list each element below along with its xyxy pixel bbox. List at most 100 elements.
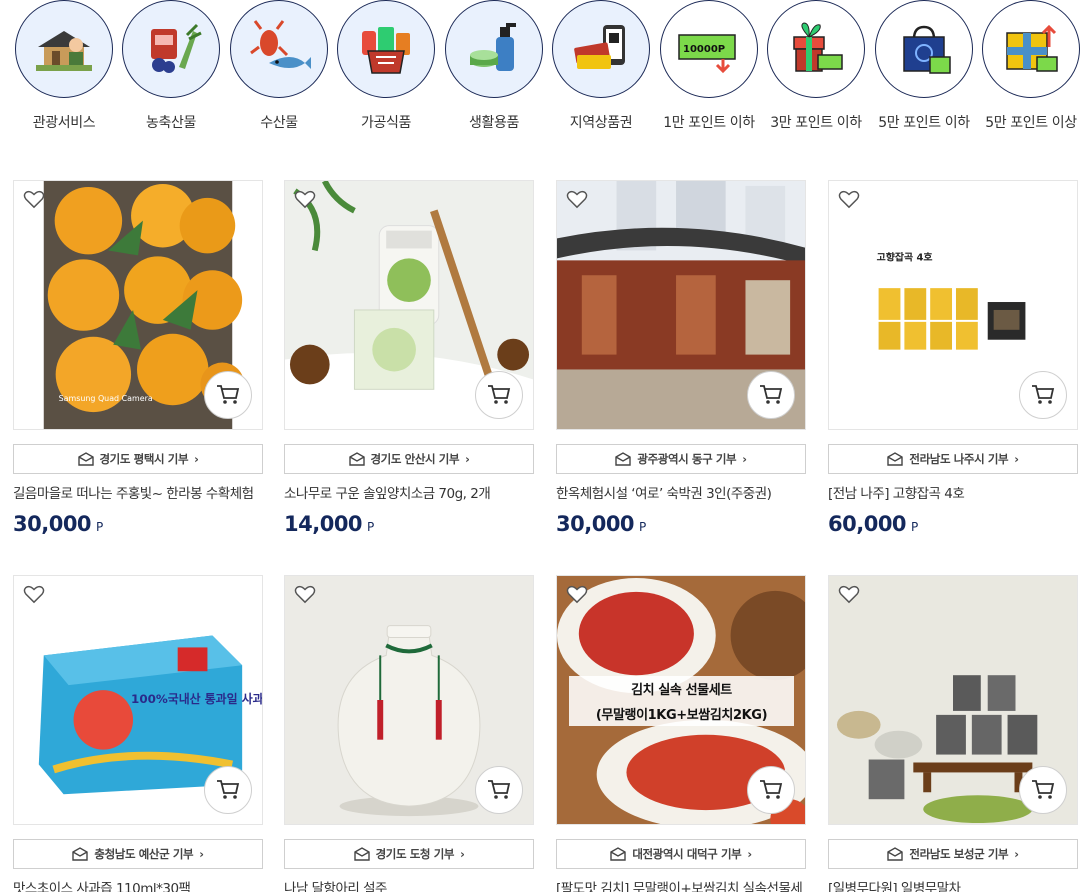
product-price: 60,000 P <box>828 512 1078 536</box>
price-value: 60,000 <box>828 512 907 536</box>
product-card[interactable]: 광주광역시 동구 기부 › 한옥체험시설 ‘여로’ 숙박권 3인(주중권) 30… <box>556 180 806 536</box>
product-image[interactable]: 고향잡곡 4호 <box>828 180 1078 430</box>
product-card[interactable]: 경기도 도청 기부 › 나남 달항아리 설주 <box>284 575 534 892</box>
product-card[interactable]: Samsung Quad Camera 경기도 평택시 기부 › 길음마을로 떠… <box>13 180 263 536</box>
product-image[interactable] <box>556 180 806 430</box>
price-unit: P <box>96 520 104 534</box>
add-to-cart-button[interactable] <box>747 766 795 814</box>
product-image[interactable]: Samsung Quad Camera <box>13 180 263 430</box>
add-to-cart-button[interactable] <box>204 766 252 814</box>
category-household[interactable]: 생활용품 <box>444 0 544 132</box>
donation-box-icon <box>615 452 632 466</box>
price-unit: P <box>639 520 647 534</box>
donation-region-label: 경기도 평택시 기부 <box>99 452 189 466</box>
product-image[interactable] <box>284 180 534 430</box>
donation-region-button[interactable]: 전라남도 보성군 기부 › <box>828 839 1078 869</box>
product-name[interactable]: 한옥체험시설 ‘여로’ 숙박권 3인(주중권) <box>556 484 806 504</box>
category-label: 농축산물 <box>146 115 196 131</box>
premium-gift-icon <box>982 0 1080 98</box>
photo-caption: Samsung Quad Camera <box>59 394 153 403</box>
product-price: 30,000 P <box>556 512 806 536</box>
add-to-cart-button[interactable] <box>475 371 523 419</box>
shopping-bag-icon <box>875 0 973 98</box>
product-card[interactable]: 김치 실속 선물세트 (무말랭이1KG+보쌈김치2KG) 대전광역시 대덕구 기… <box>556 575 806 892</box>
heart-icon[interactable] <box>566 584 588 604</box>
chevron-right-icon: › <box>1014 847 1019 861</box>
heart-icon[interactable] <box>566 189 588 209</box>
donation-box-icon <box>353 847 370 861</box>
category-label: 생활용품 <box>469 115 519 131</box>
donation-box-icon <box>887 452 904 466</box>
donation-region-label: 전라남도 나주시 기부 <box>909 452 1009 466</box>
photo-overlay-title: 김치 실속 선물세트 <box>569 676 794 701</box>
add-to-cart-button[interactable] <box>747 371 795 419</box>
donation-region-button[interactable]: 전라남도 나주시 기부 › <box>828 444 1078 474</box>
heart-icon[interactable] <box>294 584 316 604</box>
donation-region-button[interactable]: 대전광역시 대덕구 기부 › <box>556 839 806 869</box>
donation-region-button[interactable]: 경기도 도청 기부 › <box>284 839 534 869</box>
donation-region-label: 충청남도 예산군 기부 <box>94 847 194 861</box>
product-name[interactable]: [팔도맛 김치] 무말랭이+보쌈김치 실속선물세 <box>556 879 806 892</box>
household-icon <box>445 0 543 98</box>
donation-region-button[interactable]: 광주광역시 동구 기부 › <box>556 444 806 474</box>
product-image[interactable]: 김치 실속 선물세트 (무말랭이1KG+보쌈김치2KG) <box>556 575 806 825</box>
product-name[interactable]: 소나무로 구운 솔잎양치소금 70g, 2개 <box>284 484 534 504</box>
heart-icon[interactable] <box>838 584 860 604</box>
add-to-cart-button[interactable] <box>204 371 252 419</box>
product-name[interactable]: 나남 달항아리 설주 <box>284 879 534 892</box>
product-card[interactable]: 전라남도 보성군 기부 › [일병무다원] 일병무말차 <box>828 575 1078 892</box>
heart-icon[interactable] <box>23 584 45 604</box>
category-tourism[interactable]: 관광서비스 <box>14 0 114 132</box>
donation-box-icon <box>72 847 89 861</box>
voucher-icon <box>552 0 650 98</box>
category-agriculture[interactable]: 농축산물 <box>121 0 221 132</box>
donation-box-icon <box>348 452 365 466</box>
category-points-under-50000[interactable]: 5만 포인트 이하 <box>874 0 974 132</box>
category-label: 지역상품권 <box>569 115 633 131</box>
donation-region-button[interactable]: 경기도 안산시 기부 › <box>284 444 534 474</box>
processed-food-icon <box>337 0 435 98</box>
donation-region-label: 경기도 안산시 기부 <box>370 452 460 466</box>
photo-overlay-subtitle: (무말랭이1KG+보쌈김치2KG) <box>569 701 794 726</box>
category-row: 관광서비스 농축산물 수산물 가공식품 생활용품 지역상품권 10000P 1만… <box>0 0 1091 140</box>
price-value: 14,000 <box>284 512 363 536</box>
donation-region-button[interactable]: 충청남도 예산군 기부 › <box>13 839 263 869</box>
price-value: 30,000 <box>13 512 92 536</box>
category-points-under-30000[interactable]: 3만 포인트 이하 <box>766 0 866 132</box>
chevron-right-icon: › <box>194 452 199 466</box>
product-name[interactable]: [일병무다원] 일병무말차 <box>828 879 1078 892</box>
heart-icon[interactable] <box>294 189 316 209</box>
product-image[interactable] <box>828 575 1078 825</box>
product-image[interactable] <box>284 575 534 825</box>
product-image[interactable]: 100%국내산 통과일 사과주스 <box>13 575 263 825</box>
product-card[interactable]: 경기도 안산시 기부 › 소나무로 구운 솔잎양치소금 70g, 2개 14,0… <box>284 180 534 536</box>
add-to-cart-button[interactable] <box>475 766 523 814</box>
product-name[interactable]: 길음마을로 떠나는 주홍빛~ 한라봉 수확체험 <box>13 484 263 504</box>
chevron-right-icon: › <box>742 452 747 466</box>
cart-icon <box>217 780 240 799</box>
category-points-over-50000[interactable]: 5만 포인트 이상 <box>981 0 1081 132</box>
agriculture-icon <box>122 0 220 98</box>
gift-30000-icon <box>767 0 865 98</box>
product-card[interactable]: 100%국내산 통과일 사과주스 충청남도 예산군 기부 › 맛스초이스 사과즙… <box>13 575 263 892</box>
chevron-right-icon: › <box>747 847 752 861</box>
category-label: 수산물 <box>260 115 298 131</box>
add-to-cart-button[interactable] <box>1019 766 1067 814</box>
donation-region-label: 대전광역시 대덕구 기부 <box>632 847 742 861</box>
heart-icon[interactable] <box>838 189 860 209</box>
product-name[interactable]: 맛스초이스 사과즙 110ml*30팩 <box>13 879 263 892</box>
category-seafood[interactable]: 수산물 <box>229 0 329 132</box>
heart-icon[interactable] <box>23 189 45 209</box>
product-name[interactable]: [전남 나주] 고향잡곡 4호 <box>828 484 1078 504</box>
category-points-under-10000[interactable]: 10000P 1만 포인트 이하 <box>659 0 759 132</box>
product-card[interactable]: 고향잡곡 4호 전라남도 나주시 기부 › [전남 나주] 고향잡곡 4호 60… <box>828 180 1078 536</box>
category-voucher[interactable]: 지역상품권 <box>551 0 651 132</box>
donation-box-icon <box>887 847 904 861</box>
donation-region-button[interactable]: 경기도 평택시 기부 › <box>13 444 263 474</box>
category-label: 가공식품 <box>361 115 411 131</box>
add-to-cart-button[interactable] <box>1019 371 1067 419</box>
cart-icon <box>1032 780 1055 799</box>
category-label: 3만 포인트 이하 <box>770 115 862 131</box>
cart-icon <box>488 385 511 404</box>
category-processed-food[interactable]: 가공식품 <box>336 0 436 132</box>
